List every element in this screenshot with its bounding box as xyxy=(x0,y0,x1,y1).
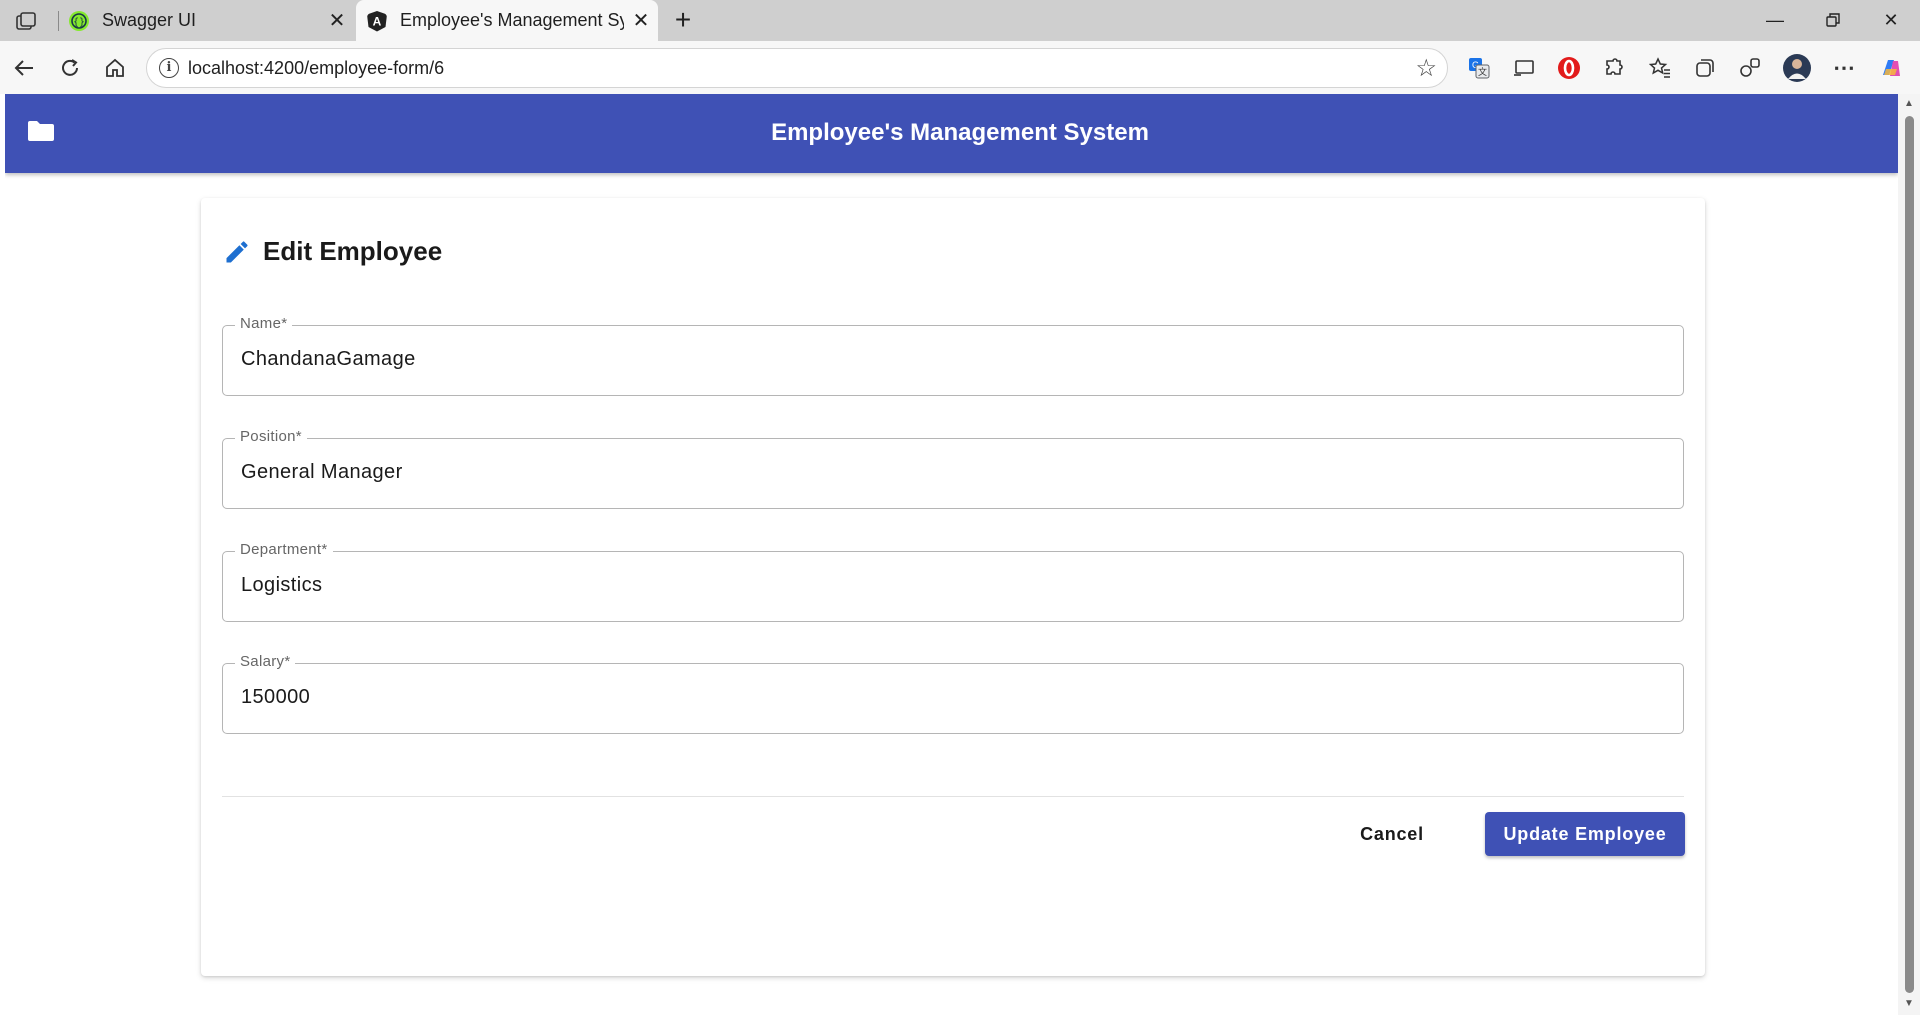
svg-text:文: 文 xyxy=(1478,66,1487,77)
translate-icon[interactable]: G文 xyxy=(1464,53,1494,83)
app-header: Employee's Management System xyxy=(5,94,1898,173)
svg-text:{}: {} xyxy=(73,17,85,28)
new-tab-icon[interactable]: + xyxy=(666,5,700,37)
page-scrollbar[interactable]: ▲ ▼ xyxy=(1898,94,1920,1015)
page-viewport: Employee's Management System Edit Employ… xyxy=(5,94,1898,1015)
minimize-icon[interactable]: — xyxy=(1746,0,1804,41)
department-field[interactable]: Department* xyxy=(222,541,1684,622)
department-field-label: Department* xyxy=(235,541,333,558)
profile-avatar[interactable] xyxy=(1782,53,1812,83)
more-options-icon[interactable]: ⋯ xyxy=(1829,53,1859,83)
close-window-icon[interactable]: ✕ xyxy=(1862,0,1920,41)
angular-icon: A xyxy=(367,10,387,31)
close-tab-icon[interactable]: ✕ xyxy=(624,8,658,33)
address-bar[interactable]: i localhost:4200/employee-form/6 ☆ xyxy=(146,48,1448,88)
collections-icon[interactable] xyxy=(1690,53,1720,83)
url-text: localhost:4200/employee-form/6 xyxy=(188,58,445,78)
position-input[interactable] xyxy=(241,461,1661,484)
name-input[interactable] xyxy=(241,348,1661,371)
favorites-icon[interactable] xyxy=(1645,53,1675,83)
update-employee-button[interactable]: Update Employee xyxy=(1485,812,1685,856)
cancel-button[interactable]: Cancel xyxy=(1332,812,1452,856)
scroll-down-arrow-icon[interactable]: ▼ xyxy=(1902,998,1916,1009)
edit-employee-card: Edit Employee Name* Position* Department… xyxy=(201,198,1705,976)
actions-divider xyxy=(222,796,1684,797)
tab-actions-icon[interactable] xyxy=(15,10,39,32)
card-header: Edit Employee xyxy=(223,236,442,267)
back-icon[interactable] xyxy=(7,51,41,85)
favorite-star-icon[interactable]: ☆ xyxy=(1415,54,1437,83)
restore-icon[interactable] xyxy=(1804,0,1862,41)
app-title: Employee's Management System xyxy=(771,119,1149,146)
browser-essentials-icon[interactable] xyxy=(1735,53,1765,83)
salary-field[interactable]: Salary* xyxy=(222,653,1684,734)
tab-employee-management[interactable]: A Employee's Management System ✕ xyxy=(356,0,658,41)
card-title: Edit Employee xyxy=(263,236,443,266)
browser-tab-bar: {} Swagger UI ✕ A Employee's Management … xyxy=(0,0,1920,41)
name-field-label: Name* xyxy=(235,315,293,332)
cast-icon[interactable] xyxy=(1509,53,1539,83)
department-input[interactable] xyxy=(241,574,1661,597)
copilot-icon[interactable] xyxy=(1876,53,1906,83)
scroll-up-arrow-icon[interactable]: ▲ xyxy=(1902,98,1916,109)
tab-swagger[interactable]: {} Swagger UI ✕ xyxy=(58,0,354,41)
swagger-icon: {} xyxy=(69,10,89,31)
position-field-label: Position* xyxy=(235,428,307,445)
tab-label: Swagger UI xyxy=(102,10,197,30)
home-icon[interactable] xyxy=(98,51,132,85)
opera-extension-icon[interactable] xyxy=(1554,53,1584,83)
salary-input[interactable] xyxy=(241,686,1661,709)
close-tab-icon[interactable]: ✕ xyxy=(320,8,354,33)
name-field[interactable]: Name* xyxy=(222,315,1684,396)
extensions-icon[interactable] xyxy=(1599,53,1629,83)
reload-icon[interactable] xyxy=(53,51,87,85)
site-info-icon[interactable]: i xyxy=(159,58,179,78)
position-field[interactable]: Position* xyxy=(222,428,1684,509)
salary-field-label: Salary* xyxy=(235,653,296,670)
scrollbar-thumb[interactable] xyxy=(1905,116,1914,993)
svg-text:A: A xyxy=(373,14,382,28)
edit-pencil-icon xyxy=(226,240,248,262)
browser-toolbar: i localhost:4200/employee-form/6 ☆ G文 ⋯ xyxy=(0,41,1920,94)
tab-label: Employee's Management System xyxy=(400,10,624,30)
